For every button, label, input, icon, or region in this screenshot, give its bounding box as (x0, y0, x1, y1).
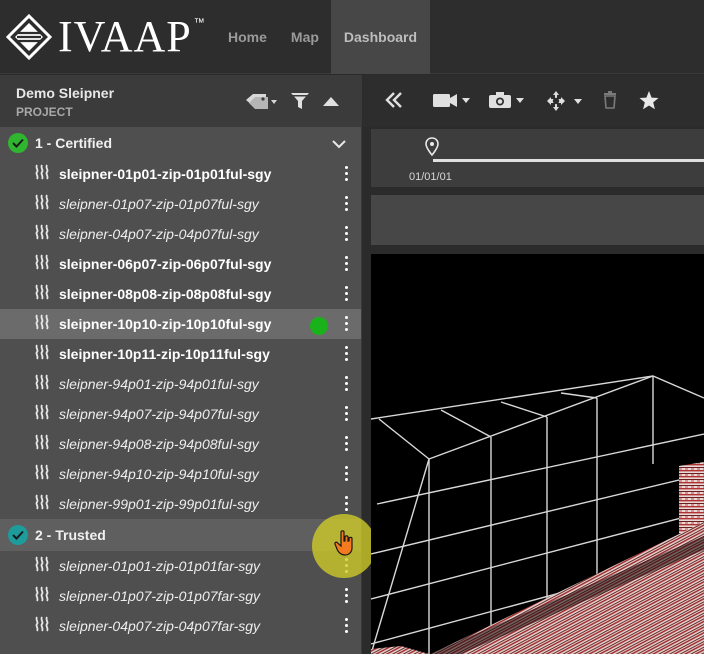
collapse-up-icon[interactable] (322, 95, 340, 107)
seismic-icon (34, 314, 52, 335)
more-options-icon[interactable] (345, 406, 349, 422)
dataset-label: sleipner-08p08-zip-08p08ful-sgy (59, 286, 272, 302)
seismic-icon (34, 404, 52, 425)
seismic-icon (34, 464, 52, 485)
seismic-icon (34, 164, 52, 185)
dataset-item[interactable]: sleipner-94p10-zip-94p10ful-sgy (0, 459, 361, 489)
dataset-item[interactable]: sleipner-94p01-zip-94p01ful-sgy (0, 369, 361, 399)
trusted-badge-icon (8, 525, 28, 545)
tab-map[interactable]: Map (279, 0, 331, 74)
dataset-label: sleipner-01p01-zip-01p01ful-sgy (59, 166, 272, 182)
dataset-item[interactable]: sleipner-10p10-zip-10p10ful-sgy (0, 309, 361, 339)
more-options-icon[interactable] (345, 316, 349, 332)
seismic-icon (34, 344, 52, 365)
dataset-item[interactable]: sleipner-08p08-zip-08p08ful-sgy (0, 279, 361, 309)
seismic-icon (34, 434, 52, 455)
dataset-item[interactable]: sleipner-06p07-zip-06p07ful-sgy (0, 249, 361, 279)
seismic-icon (34, 374, 52, 395)
project-header: Demo Sleipner PROJECT (0, 75, 362, 127)
logo-trademark: ™ (193, 17, 205, 29)
dataset-item[interactable]: sleipner-01p01-zip-01p01far-sgy (0, 551, 361, 581)
seismic-icon (34, 494, 52, 515)
seismic-icon (34, 556, 52, 577)
seismic-icon (34, 284, 52, 305)
dataset-label: sleipner-06p07-zip-06p07ful-sgy (59, 256, 272, 272)
main-nav: Home Map Dashboard (216, 0, 431, 74)
dataset-item[interactable]: sleipner-99p01-zip-99p01ful-sgy (0, 489, 361, 519)
timeline-date: 01/01/01 (409, 171, 452, 183)
filter-icon[interactable] (290, 91, 310, 111)
3d-viewer[interactable] (371, 254, 704, 654)
dataset-label: sleipner-10p11-zip-10p11ful-sgy (59, 346, 270, 362)
group-trusted[interactable]: 2 - Trusted (0, 519, 361, 551)
hand-cursor-icon (334, 530, 356, 561)
more-options-icon[interactable] (345, 196, 349, 212)
logo-diamond-icon (6, 14, 52, 60)
camera-video-icon[interactable] (433, 91, 473, 109)
dataset-item[interactable]: sleipner-01p07-zip-01p07far-sgy (0, 581, 361, 611)
top-bar: IVAAP ™ Home Map Dashboard (0, 0, 704, 74)
tag-icon[interactable] (244, 92, 278, 110)
dataset-item[interactable]: sleipner-01p01-zip-01p01ful-sgy (0, 159, 361, 189)
dataset-item[interactable]: sleipner-01p07-zip-01p07ful-sgy (0, 189, 361, 219)
logo: IVAAP ™ (6, 14, 205, 60)
dataset-label: sleipner-94p08-zip-94p08ful-sgy (59, 436, 259, 452)
seismic-icon (34, 224, 52, 245)
dataset-label: sleipner-04p07-zip-04p07far-sgy (59, 618, 261, 634)
group-title: 1 - Certified (35, 135, 113, 151)
logo-text: IVAAP (58, 12, 192, 61)
seismic-icon (34, 586, 52, 607)
dataset-tree: 1 - Certified sleipner-01p01-zip-01p01fu… (0, 127, 362, 654)
more-options-icon[interactable] (345, 226, 349, 242)
move-icon[interactable] (545, 91, 587, 111)
dataset-label: sleipner-10p10-zip-10p10ful-sgy (59, 316, 272, 332)
dataset-label: sleipner-01p01-zip-01p01far-sgy (59, 558, 261, 574)
viewer-subbar (371, 195, 704, 245)
more-options-icon[interactable] (345, 346, 349, 362)
camera-photo-icon[interactable] (489, 91, 529, 109)
more-options-icon[interactable] (345, 376, 349, 392)
star-icon[interactable] (639, 91, 659, 110)
more-options-icon[interactable] (345, 436, 349, 452)
viewer-toolbar (363, 75, 704, 127)
more-options-icon[interactable] (345, 466, 349, 482)
dataset-item[interactable]: sleipner-04p07-zip-04p07ful-sgy (0, 219, 361, 249)
more-options-icon[interactable] (345, 588, 349, 604)
seismic-3d-scene (371, 375, 704, 654)
project-tools (244, 91, 340, 111)
seismic-icon (34, 254, 52, 275)
seismic-icon (34, 616, 52, 637)
project-name: Demo Sleipner (16, 85, 115, 101)
more-options-icon[interactable] (345, 166, 349, 182)
seismic-icon (34, 194, 52, 215)
dataset-label: sleipner-94p07-zip-94p07ful-sgy (59, 406, 259, 422)
group-title: 2 - Trusted (35, 527, 106, 543)
more-options-icon[interactable] (345, 496, 349, 512)
dataset-item[interactable]: sleipner-94p08-zip-94p08ful-sgy (0, 429, 361, 459)
dataset-item[interactable]: sleipner-94p07-zip-94p07ful-sgy (0, 399, 361, 429)
chevron-down-icon[interactable] (331, 136, 347, 154)
tab-home[interactable]: Home (216, 0, 279, 74)
dataset-label: sleipner-94p01-zip-94p01ful-sgy (59, 376, 259, 392)
double-chevron-left-icon[interactable] (385, 91, 403, 109)
status-dot (310, 317, 328, 335)
timeline-track[interactable] (433, 159, 704, 162)
dataset-item[interactable]: sleipner-04p07-zip-04p07far-sgy (0, 611, 361, 641)
tab-dashboard[interactable]: Dashboard (330, 0, 431, 74)
certified-badge-icon (8, 133, 28, 153)
dataset-label: sleipner-01p07-zip-01p07ful-sgy (59, 196, 259, 212)
group-certified[interactable]: 1 - Certified (0, 127, 361, 159)
dataset-label: sleipner-99p01-zip-99p01ful-sgy (59, 496, 259, 512)
dataset-label: sleipner-01p07-zip-01p07far-sgy (59, 588, 261, 604)
trash-icon[interactable] (603, 91, 617, 109)
more-options-icon[interactable] (345, 618, 349, 634)
app-window: IVAAP ™ Home Map Dashboard Demo Sleipner… (0, 0, 704, 654)
timeline: 01/01/01 (371, 129, 704, 187)
more-options-icon[interactable] (345, 286, 349, 302)
dataset-label: sleipner-04p07-zip-04p07ful-sgy (59, 226, 259, 242)
more-options-icon[interactable] (345, 256, 349, 272)
dataset-item[interactable]: sleipner-10p11-zip-10p11ful-sgy (0, 339, 361, 369)
project-subtitle: PROJECT (16, 105, 73, 119)
dataset-label: sleipner-94p10-zip-94p10ful-sgy (59, 466, 259, 482)
